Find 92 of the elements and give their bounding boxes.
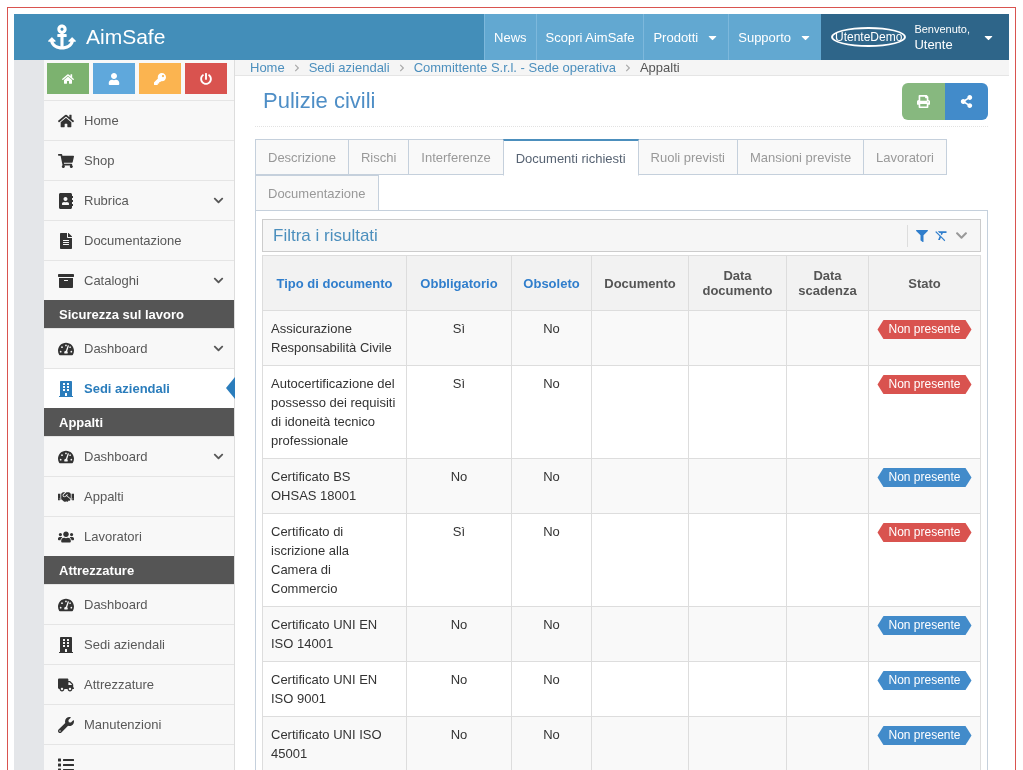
sidebar-section-header: Attrezzature <box>44 556 234 584</box>
table-cell: No <box>511 458 592 514</box>
active-pointer-icon <box>226 377 235 399</box>
filter-title: Filtra i risultati <box>273 225 379 246</box>
shortcut-button[interactable] <box>139 63 181 94</box>
tab[interactable]: Documentazione <box>255 175 379 211</box>
status-badge: Non presente <box>877 523 972 542</box>
table-cell: No <box>406 661 512 717</box>
truck-icon <box>58 676 74 693</box>
chevron-icon <box>292 63 301 72</box>
chevron-icon <box>623 63 632 72</box>
tab[interactable]: Documenti richiesti <box>502 139 639 176</box>
table-cell: No <box>406 606 512 662</box>
gauge-icon <box>58 596 74 613</box>
status-badge: Non presente <box>877 726 972 745</box>
shortcut-button[interactable] <box>47 63 89 94</box>
list-icon <box>58 756 74 770</box>
share-icon <box>960 94 973 108</box>
print-icon <box>917 94 930 108</box>
status-badge: Non presente <box>877 468 972 487</box>
status-badge: Non presente <box>877 375 972 394</box>
chevron-icon <box>397 63 406 72</box>
column-header[interactable]: Tipo di documento <box>262 255 407 311</box>
table-cell: Certificato UNI ISO 45001 <box>262 716 407 770</box>
tab[interactable]: Mansioni previste <box>736 139 865 175</box>
column-header: Stato <box>868 255 981 311</box>
shortcut-button[interactable] <box>185 63 227 94</box>
home-icon <box>62 72 74 85</box>
breadcrumb-link[interactable]: Appalti <box>639 60 680 75</box>
nav-link[interactable]: News <box>484 14 536 60</box>
table-cell: Certificato BS OHSAS 18001 <box>262 458 407 514</box>
gauge-icon <box>58 448 74 465</box>
table-cell: No <box>511 661 592 717</box>
nav-link[interactable]: Supporto <box>728 14 821 60</box>
print-button[interactable] <box>902 82 945 120</box>
breadcrumb-link[interactable]: Sedi aziendali <box>308 60 390 75</box>
wrench-icon <box>58 716 74 733</box>
home-icon <box>58 112 74 129</box>
sidebar-section-header: Sicurezza sul lavoro <box>44 300 234 328</box>
chevron-icon[interactable] <box>955 229 968 242</box>
sidebar-item[interactable]: Sedi aziendali <box>44 368 234 408</box>
column-header: Data documento <box>688 255 787 311</box>
document-icon <box>58 232 74 249</box>
table-cell: Certificato UNI EN ISO 14001 <box>262 606 407 662</box>
table-cell: No <box>511 365 592 459</box>
filter-icon[interactable] <box>916 229 928 242</box>
column-header[interactable]: Obbligatorio <box>406 255 512 311</box>
shortcut-button[interactable] <box>93 63 135 94</box>
table-cell: No <box>511 606 592 662</box>
tab[interactable]: Interferenze <box>408 139 504 175</box>
table-cell: No <box>406 458 512 514</box>
user-icon <box>108 72 120 85</box>
cart-icon <box>58 152 74 169</box>
archive-icon <box>58 272 74 289</box>
sidebar-section-header: Appalti <box>44 408 234 436</box>
status-badge: Non presente <box>877 320 972 339</box>
column-header[interactable]: Obsoleto <box>511 255 592 311</box>
page-title: Pulizie civili <box>263 88 376 114</box>
user-avatar: UtenteDemo <box>831 27 907 47</box>
column-header: Data scadenza <box>786 255 869 311</box>
gauge-icon <box>58 340 74 357</box>
tab[interactable]: Lavoratori <box>863 139 947 175</box>
table-cell: Autocertificazione del possesso dei requisiti di idoneità tecnico professionale <box>262 365 407 459</box>
status-badge: Non presente <box>877 616 972 635</box>
tab[interactable]: Descrizione <box>255 139 349 175</box>
table-cell: Sì <box>406 513 512 607</box>
anchor-logo-icon <box>48 23 76 51</box>
key-icon <box>154 72 166 85</box>
building-icon <box>58 380 74 397</box>
table-cell: No <box>511 310 592 366</box>
contact-book-icon <box>58 192 74 209</box>
share-button[interactable] <box>945 82 988 120</box>
power-icon <box>200 72 212 85</box>
greeting: Benvenuto, <box>914 22 972 37</box>
column-header: Documento <box>591 255 689 311</box>
breadcrumb-link[interactable]: Committente S.r.l. - Sede operativa <box>413 60 616 75</box>
clear-format-icon[interactable] <box>934 228 949 243</box>
building-icon <box>58 636 74 653</box>
status-badge: Non presente <box>877 671 972 690</box>
table-cell: No <box>511 513 592 607</box>
table-cell: Sì <box>406 310 512 366</box>
tab[interactable]: Rischi <box>347 139 410 175</box>
nav-link[interactable]: Prodotti <box>643 14 729 60</box>
nav-link[interactable]: Scopri AimSafe <box>535 14 644 60</box>
table-cell: Sì <box>406 365 512 459</box>
table-cell: Certificato UNI EN ISO 9001 <box>262 661 407 717</box>
brand-name: AimSafe <box>86 25 166 49</box>
tab[interactable]: Ruoli previsti <box>637 139 738 175</box>
breadcrumb-link[interactable]: Home <box>250 60 285 75</box>
table-cell: Certificato di iscrizione alla Camera di Commercio <box>262 513 407 607</box>
table-cell: Assicurazione Responsabilità Civile <box>262 310 407 366</box>
user-name: Utente <box>914 37 954 52</box>
